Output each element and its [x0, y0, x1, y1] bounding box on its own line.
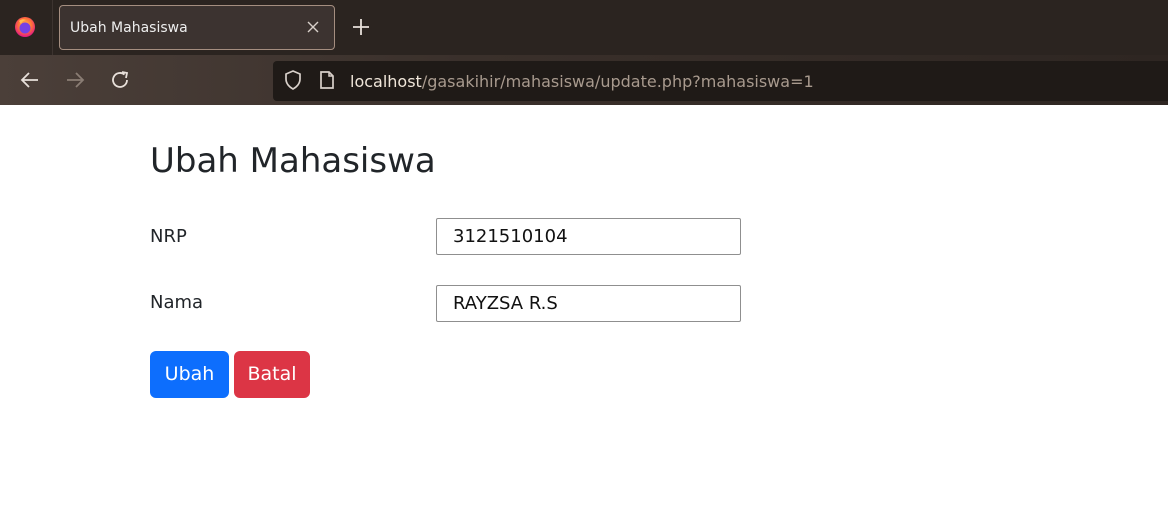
page-title: Ubah Mahasiswa: [150, 141, 436, 181]
shield-icon[interactable]: [283, 69, 303, 91]
tab-active[interactable]: Ubah Mahasiswa: [59, 5, 335, 50]
url-path: /gasakihir/mahasiswa/update.php?mahasisw…: [421, 72, 814, 91]
page-icon[interactable]: [318, 70, 336, 90]
close-icon[interactable]: [302, 16, 324, 38]
firefox-icon[interactable]: [13, 15, 37, 39]
forward-icon[interactable]: [63, 68, 87, 92]
browser-tab-strip: Ubah Mahasiswa: [0, 0, 1168, 55]
nrp-input[interactable]: [436, 218, 741, 255]
url-host: localhost: [350, 72, 422, 91]
ubah-button[interactable]: Ubah: [150, 351, 229, 398]
tab-title: Ubah Mahasiswa: [70, 20, 188, 36]
page-content: Ubah Mahasiswa NRP Nama Ubah Batal: [0, 106, 1168, 531]
plus-icon[interactable]: [349, 15, 373, 39]
url-text[interactable]: localhost/gasakihir/mahasiswa/update.php…: [350, 72, 814, 91]
tab-divider: [52, 0, 53, 55]
back-icon[interactable]: [18, 68, 42, 92]
nrp-label: NRP: [150, 226, 187, 247]
nama-input[interactable]: [436, 285, 741, 322]
nama-label: Nama: [150, 292, 204, 313]
batal-button[interactable]: Batal: [234, 351, 310, 398]
reload-icon[interactable]: [108, 68, 132, 92]
